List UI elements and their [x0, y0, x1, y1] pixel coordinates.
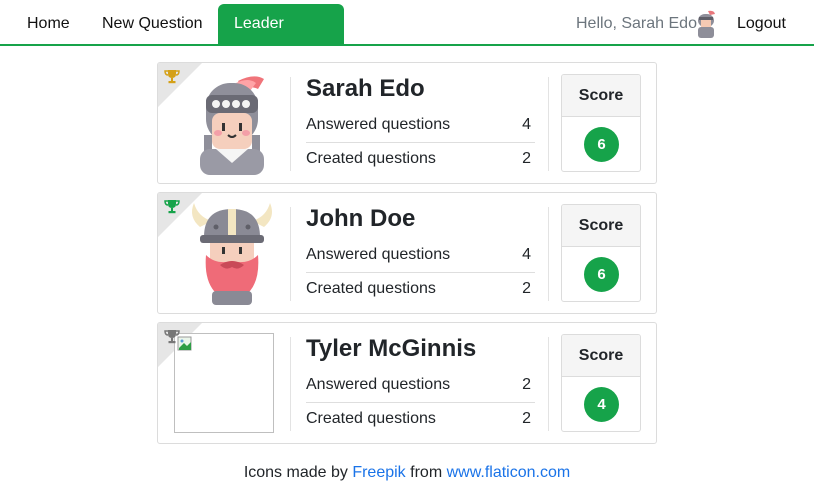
score-badge: 6 — [584, 127, 619, 162]
leaderboard-card: Sarah Edo Answered questions 4 Created q… — [157, 62, 657, 184]
answered-questions-row: Answered questions 4 — [306, 239, 535, 271]
created-questions-row: Created questions 2 — [306, 273, 535, 305]
nav-new-question-link[interactable]: New Question — [86, 4, 219, 44]
user-name: Tyler McGinnis — [306, 335, 477, 362]
created-questions-value: 2 — [522, 150, 531, 167]
user-name: Sarah Edo — [306, 75, 425, 102]
viking-avatar-icon — [192, 203, 272, 305]
leaderboard-card: John Doe Answered questions 4 Created qu… — [157, 192, 657, 314]
score-box: Score 6 — [561, 74, 641, 172]
column-divider — [548, 207, 549, 301]
created-questions-row: Created questions 2 — [306, 143, 535, 175]
user-avatar-icon — [698, 10, 715, 38]
column-divider — [290, 77, 291, 171]
created-questions-row: Created questions 2 — [306, 403, 535, 435]
answered-questions-label: Answered questions — [306, 246, 451, 263]
score-title: Score — [562, 75, 640, 117]
leaderboard-card: Tyler McGinnis Answered questions 2 Crea… — [157, 322, 657, 444]
score-title: Score — [562, 335, 640, 377]
attribution-prefix: Icons made by — [243, 464, 348, 481]
answered-questions-value: 2 — [522, 376, 531, 393]
nav-home-link[interactable]: Home — [11, 4, 86, 44]
column-divider — [290, 337, 291, 431]
gray-trophy-icon — [164, 330, 180, 344]
column-divider — [548, 337, 549, 431]
score-box: Score 4 — [561, 334, 641, 432]
answered-questions-label: Answered questions — [306, 116, 451, 133]
answered-questions-value: 4 — [522, 116, 531, 133]
flaticon-link[interactable]: www.flaticon.com — [447, 464, 571, 481]
answered-questions-row: Answered questions 2 — [306, 369, 535, 401]
attribution-middle: from — [410, 464, 443, 481]
created-questions-value: 2 — [522, 280, 531, 297]
knight-avatar-icon — [200, 76, 264, 175]
score-title: Score — [562, 205, 640, 247]
created-questions-label: Created questions — [306, 410, 436, 427]
created-questions-value: 2 — [522, 410, 531, 427]
score-badge: 4 — [584, 387, 619, 422]
user-greeting: Hello, Sarah Edo — [576, 15, 697, 32]
user-name: John Doe — [306, 205, 416, 232]
nav-leader-board-tab[interactable]: Leader Board — [218, 4, 344, 72]
answered-questions-label: Answered questions — [306, 376, 451, 393]
logout-link[interactable]: Logout — [721, 4, 802, 44]
top-nav: Home New Question Leader Board Hello, Sa… — [0, 0, 814, 72]
score-badge: 6 — [584, 257, 619, 292]
created-questions-label: Created questions — [306, 280, 436, 297]
answered-questions-value: 4 — [522, 246, 531, 263]
score-box: Score 6 — [561, 204, 641, 302]
avatar-image-placeholder — [174, 333, 274, 433]
created-questions-label: Created questions — [306, 150, 436, 167]
answered-questions-row: Answered questions 4 — [306, 109, 535, 141]
attribution-footer: Icons made by Freepik from www.flaticon.… — [0, 464, 814, 482]
freepik-link[interactable]: Freepik — [352, 464, 405, 481]
column-divider — [290, 207, 291, 301]
column-divider — [548, 77, 549, 171]
